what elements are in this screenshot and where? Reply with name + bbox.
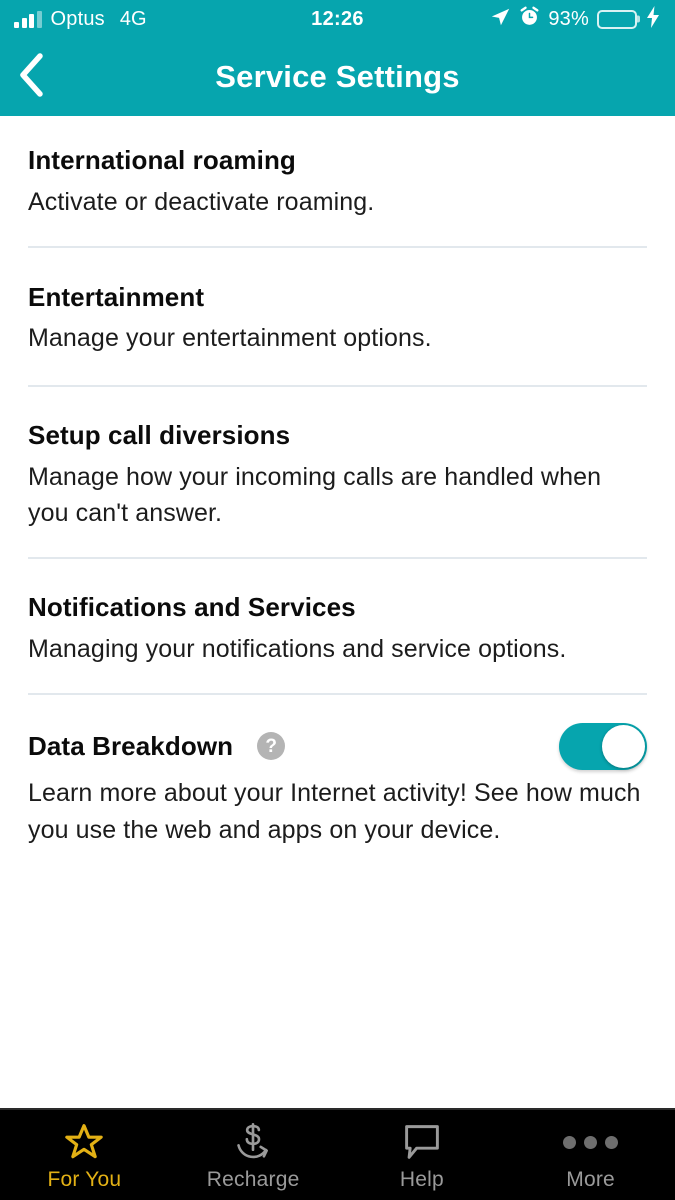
row-title: Notifications and Services — [28, 592, 356, 623]
battery-icon — [597, 9, 637, 29]
settings-row-setup-call-diversions[interactable]: Setup call diversions Manage how your in… — [0, 413, 675, 532]
status-bar-left: Optus 4G — [14, 8, 147, 31]
status-bar: Optus 4G 12:26 93% — [0, 0, 675, 38]
data-breakdown-toggle[interactable] — [559, 722, 647, 770]
tab-for-you[interactable]: For You — [0, 1110, 169, 1200]
ellipsis-icon — [563, 1122, 619, 1162]
bottom-tab-bar: For You Recharge Help More — [0, 1108, 675, 1200]
tab-help[interactable]: Help — [338, 1110, 507, 1200]
page-title: Service Settings — [215, 59, 460, 94]
battery-percent-label: 93% — [548, 7, 589, 30]
row-description: Managing your notifications and service … — [28, 635, 567, 663]
row-header: Notifications and Services — [28, 585, 647, 631]
tab-label: More — [566, 1168, 615, 1191]
location-arrow-icon — [489, 6, 511, 33]
chevron-left-icon — [16, 52, 46, 103]
star-icon — [63, 1122, 105, 1162]
row-title: Entertainment — [28, 281, 205, 312]
network-type: 4G — [119, 7, 147, 30]
row-description: Manage how your incoming calls are handl… — [28, 462, 602, 527]
row-description: Learn more about your Internet activity!… — [28, 779, 641, 844]
row-description: Activate or deactivate roaming. — [28, 188, 375, 216]
row-title: Data Breakdown — [28, 730, 234, 761]
signal-bars-icon — [14, 10, 42, 28]
status-bar-right: 93% — [489, 5, 661, 33]
row-title: International roaming — [28, 145, 296, 176]
row-header: Entertainment — [28, 274, 647, 320]
dollar-refresh-icon — [231, 1122, 275, 1162]
settings-list: International roaming Activate or deacti… — [0, 116, 675, 1110]
tab-label: Help — [399, 1168, 444, 1191]
back-button[interactable] — [0, 38, 62, 116]
settings-row-data-breakdown[interactable]: Data Breakdown ? Learn more about your I… — [0, 717, 675, 848]
tab-label: Recharge — [206, 1168, 300, 1191]
row-header: Data Breakdown ? — [28, 717, 647, 775]
row-description: Manage your entertainment options. — [28, 324, 432, 353]
lightning-bolt-icon — [645, 5, 661, 33]
settings-row-entertainment[interactable]: Entertainment Manage your entertainment … — [0, 274, 675, 356]
nav-header: Service Settings — [0, 38, 675, 116]
tab-more[interactable]: More — [506, 1110, 675, 1200]
settings-row-international-roaming[interactable]: International roaming Activate or deacti… — [0, 138, 675, 220]
speech-bubble-icon — [401, 1122, 443, 1162]
help-icon[interactable]: ? — [257, 732, 286, 761]
carrier-name: Optus — [50, 7, 105, 30]
settings-row-notifications-and-services[interactable]: Notifications and Services Managing your… — [0, 585, 675, 667]
alarm-clock-icon — [519, 6, 540, 32]
row-title: Setup call diversions — [28, 419, 291, 450]
toggle-knob — [602, 724, 645, 768]
tab-recharge[interactable]: Recharge — [169, 1110, 338, 1200]
row-header: Setup call diversions — [28, 413, 647, 459]
row-header: International roaming — [28, 138, 647, 184]
tab-label: For You — [47, 1168, 122, 1191]
